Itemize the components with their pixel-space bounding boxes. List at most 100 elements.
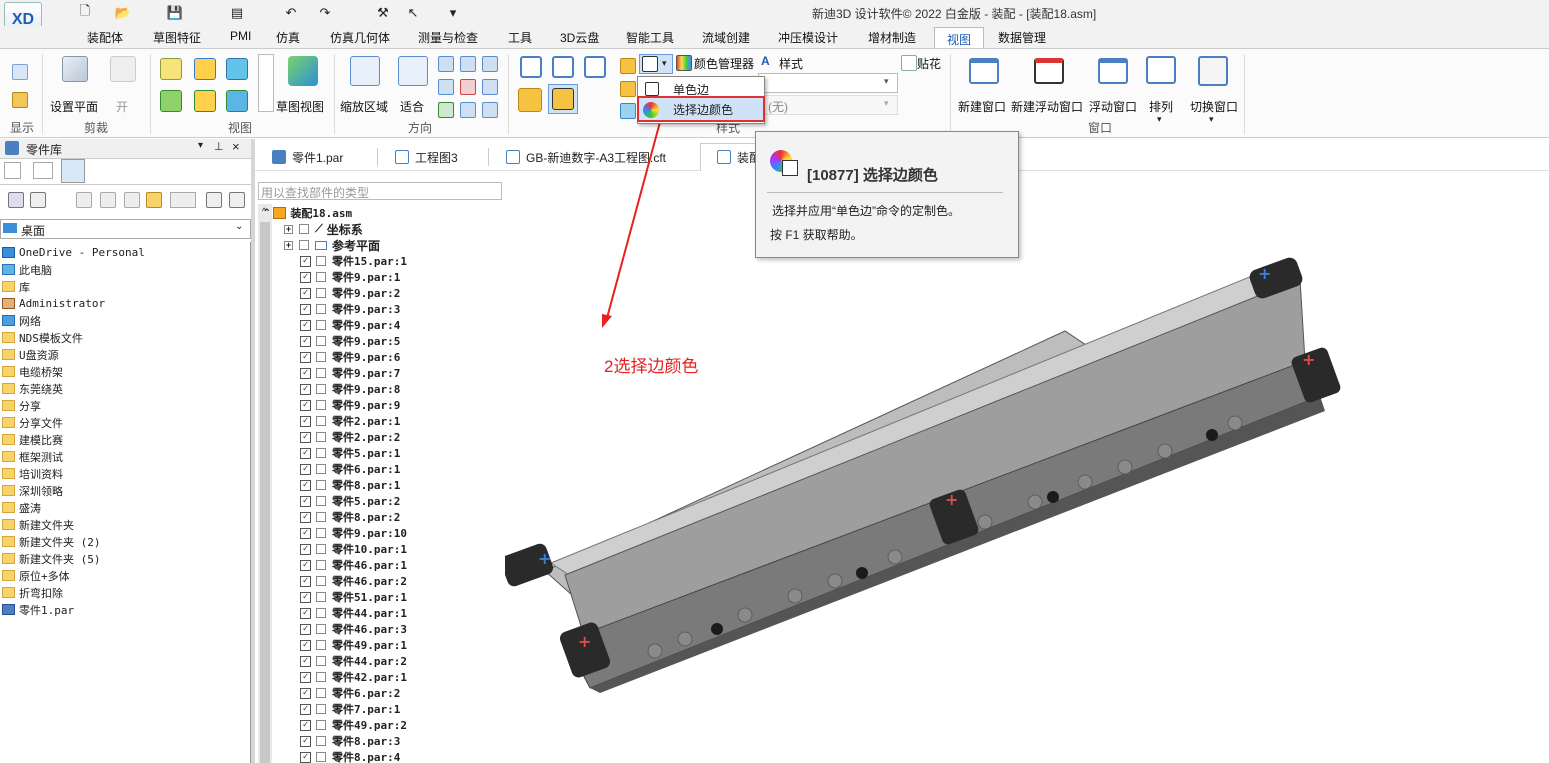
tree-part-row[interactable]: ✓ 零件9.par:10 bbox=[300, 525, 407, 541]
tree-part-row[interactable]: ✓ 零件6.par:2 bbox=[300, 685, 400, 701]
folder-item[interactable]: 新建文件夹 (5) bbox=[2, 550, 101, 567]
visibility-checkbox[interactable]: ✓ bbox=[300, 559, 311, 571]
folder-item[interactable]: 建模比赛 bbox=[2, 431, 63, 448]
open-clip-icon[interactable] bbox=[110, 56, 136, 82]
tree-part-row[interactable]: ✓ 零件9.par:8 bbox=[300, 381, 400, 397]
folder-item[interactable]: 盛涛 bbox=[2, 499, 41, 516]
visibility-checkbox[interactable]: ✓ bbox=[300, 543, 311, 555]
close-icon[interactable]: × bbox=[232, 139, 240, 154]
tab-8[interactable]: 智能工具 bbox=[626, 29, 674, 47]
expand-icon[interactable]: + bbox=[284, 224, 293, 234]
color-manager-icon[interactable] bbox=[676, 55, 692, 71]
tree-ref-planes[interactable]: + 参考平面 bbox=[284, 237, 380, 253]
sketch-view-icon[interactable] bbox=[288, 56, 318, 86]
tab-10[interactable]: 冲压模设计 bbox=[778, 29, 838, 47]
tree-part-row[interactable]: ✓ 零件9.par:5 bbox=[300, 333, 400, 349]
tree-part-row[interactable]: ✓ 零件2.par:2 bbox=[300, 429, 400, 445]
folder-item[interactable]: NDS模板文件 bbox=[2, 329, 83, 346]
visibility-checkbox[interactable]: ✓ bbox=[300, 575, 311, 587]
visibility-checkbox[interactable]: ✓ bbox=[300, 479, 311, 491]
tree-part-row[interactable]: ✓ 零件46.par:2 bbox=[300, 573, 407, 589]
view-bottom-icon[interactable] bbox=[194, 90, 216, 112]
style-select[interactable] bbox=[758, 73, 898, 93]
library-tool-icon-1[interactable] bbox=[8, 192, 24, 208]
up-folder-icon[interactable] bbox=[124, 192, 140, 208]
visibility-checkbox[interactable]: ✓ bbox=[300, 367, 311, 379]
print-icon[interactable]: ▤ bbox=[228, 4, 246, 22]
tree-part-row[interactable]: ✓ 零件2.par:1 bbox=[300, 413, 400, 429]
folder-item[interactable]: 深圳领略 bbox=[2, 482, 63, 499]
tree-part-row[interactable]: ✓ 零件9.par:9 bbox=[300, 397, 400, 413]
fit-button[interactable]: 适合 bbox=[400, 98, 424, 115]
library-view-icon-3[interactable] bbox=[61, 159, 85, 183]
view-front-icon[interactable] bbox=[194, 58, 216, 80]
folder-item[interactable]: 此电脑 bbox=[2, 261, 52, 278]
rotate-icon[interactable] bbox=[482, 56, 498, 72]
style-small-icon-3[interactable] bbox=[620, 103, 636, 119]
visibility-checkbox[interactable]: ✓ bbox=[300, 495, 311, 507]
view-back-icon[interactable] bbox=[226, 90, 248, 112]
sketch-orient-icon[interactable] bbox=[460, 102, 476, 118]
tree-part-row[interactable]: ✓ 零件8.par:1 bbox=[300, 477, 400, 493]
visibility-checkbox[interactable]: ✓ bbox=[300, 287, 311, 299]
visibility-checkbox[interactable]: ✓ bbox=[300, 351, 311, 363]
visibility-checkbox[interactable]: ✓ bbox=[300, 703, 311, 715]
folder-item[interactable]: 分享文件 bbox=[2, 414, 63, 431]
set-plane-icon[interactable] bbox=[62, 56, 88, 82]
visibility-checkbox[interactable]: ✓ bbox=[300, 255, 311, 267]
visibility-checkbox[interactable]: ✓ bbox=[300, 671, 311, 683]
set-plane-button[interactable]: 设置平面 bbox=[50, 98, 98, 115]
tree-part-row[interactable]: ✓ 零件9.par:6 bbox=[300, 349, 400, 365]
arrange-icon[interactable] bbox=[1146, 56, 1176, 84]
tree-part-row[interactable]: ✓ 零件15.par:1 bbox=[300, 253, 407, 269]
tree-coord[interactable]: + ⟋ 坐标系 bbox=[284, 221, 363, 237]
switch-window-button[interactable]: 切换窗口 bbox=[1190, 98, 1238, 115]
visibility-checkbox[interactable]: ✓ bbox=[300, 687, 311, 699]
visibility-checkbox[interactable]: ✓ bbox=[300, 655, 311, 667]
wireframe-icon[interactable] bbox=[520, 56, 542, 78]
tree-part-row[interactable]: ✓ 零件10.par:1 bbox=[300, 541, 407, 557]
search-icon[interactable] bbox=[229, 192, 245, 208]
visibility-checkbox[interactable]: ✓ bbox=[300, 511, 311, 523]
folder-item[interactable]: 电缆桥架 bbox=[2, 363, 63, 380]
view-orient-icon[interactable] bbox=[482, 102, 498, 118]
select-cursor-icon[interactable]: ↖ bbox=[404, 4, 422, 22]
folder-item[interactable]: 新建文件夹 bbox=[2, 516, 74, 533]
tree-scroll-thumb[interactable] bbox=[260, 222, 270, 763]
expand-icon[interactable]: + bbox=[284, 240, 293, 250]
style-button[interactable]: 样式 bbox=[779, 55, 803, 72]
zoom-area-button[interactable]: 缩放区域 bbox=[340, 98, 388, 115]
tab-13[interactable]: 数据管理 bbox=[998, 29, 1046, 47]
switch-window-icon[interactable] bbox=[1198, 56, 1228, 86]
visibility-checkbox[interactable]: ✓ bbox=[300, 639, 311, 651]
visibility-checkbox[interactable]: ✓ bbox=[300, 303, 311, 315]
fit-icon[interactable] bbox=[398, 56, 428, 86]
visibility-checkbox[interactable]: ✓ bbox=[300, 383, 311, 395]
library-view-icon-2[interactable] bbox=[33, 162, 53, 179]
new-file-icon[interactable]: 🗋 bbox=[76, 3, 94, 22]
library-view-icon-1[interactable] bbox=[4, 162, 21, 179]
folder-item[interactable]: 框架测试 bbox=[2, 448, 63, 465]
home-icon[interactable] bbox=[30, 192, 46, 208]
folder-item[interactable]: 网络 bbox=[2, 312, 41, 329]
view-scroll[interactable] bbox=[258, 54, 274, 112]
tab-11[interactable]: 增材制造 bbox=[868, 29, 916, 47]
visibility-checkbox[interactable]: ✓ bbox=[300, 399, 311, 411]
tree-part-row[interactable]: ✓ 零件42.par:1 bbox=[300, 669, 407, 685]
visibility-checkbox[interactable] bbox=[299, 240, 309, 250]
collapse-icon[interactable]: ^ bbox=[264, 208, 269, 218]
chevron-down-icon[interactable]: ▾ bbox=[662, 58, 667, 69]
folder-item[interactable]: 折弯扣除 bbox=[2, 584, 63, 601]
chevron-down-icon[interactable]: ▾ bbox=[1157, 114, 1162, 125]
tree-part-row[interactable]: ✓ 零件9.par:7 bbox=[300, 365, 400, 381]
tab-5[interactable]: 测量与检查 bbox=[418, 29, 478, 47]
folder-item[interactable]: 东莞绕英 bbox=[2, 380, 63, 397]
display-icon[interactable] bbox=[12, 64, 28, 80]
visibility-checkbox[interactable]: ✓ bbox=[300, 527, 311, 539]
new-float-window-button[interactable]: 新建浮动窗口 bbox=[1011, 98, 1083, 115]
visibility-checkbox[interactable]: ✓ bbox=[300, 447, 311, 459]
tree-part-row[interactable]: ✓ 零件8.par:2 bbox=[300, 509, 400, 525]
tab-4[interactable]: 仿真几何体 bbox=[330, 29, 390, 47]
tree-part-row[interactable]: ✓ 零件8.par:3 bbox=[300, 733, 400, 749]
doc-tab-drawing3[interactable]: 工程图3 bbox=[395, 147, 458, 167]
